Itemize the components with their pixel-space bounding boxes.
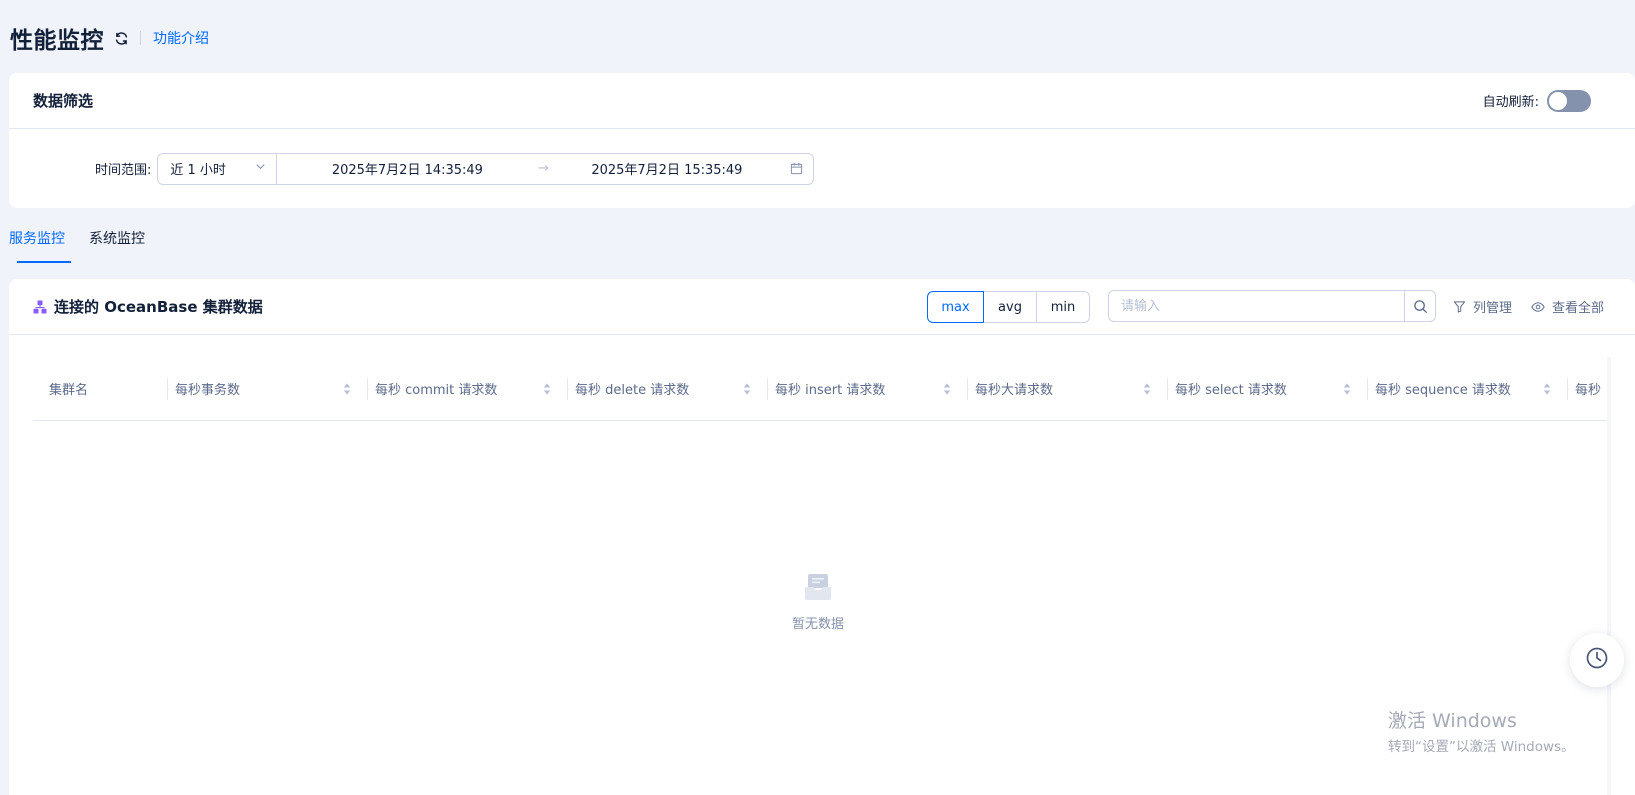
column-header-label: 每秒 insert 请求数 — [775, 383, 886, 398]
auto-refresh-label: 自动刷新: — [1482, 95, 1539, 110]
date-range-input[interactable]: 2025年7月2日 14:35:49 → 2025年7月2日 15:35:49 — [277, 154, 813, 184]
column-header-insert[interactable]: 每秒 insert 请求数 — [767, 357, 967, 421]
watermark-title: 激活 Windows — [1388, 710, 1517, 732]
column-header-label: 每秒大请求数 — [975, 383, 1054, 398]
table-header: 集群名 每秒事务数 每秒 commit 请求数 每秒 delete 请求数 每秒… — [33, 357, 1611, 421]
refresh-icon[interactable] — [112, 29, 130, 47]
column-header-label: 每秒 commit 请求数 — [375, 383, 498, 398]
stat-max-button[interactable]: max — [927, 291, 984, 323]
column-header-truncated[interactable]: 每秒 — [1567, 357, 1611, 421]
column-header-label: 每秒 delete 请求数 — [575, 383, 690, 398]
feature-intro-link[interactable]: 功能介绍 — [153, 28, 209, 48]
page: 性能监控 功能介绍 数据筛选 自动刷新: 时间范围: 近 1 小时 2025年7… — [0, 0, 1635, 795]
column-header-label: 每秒事务数 — [175, 383, 241, 398]
time-range-preset-select[interactable]: 近 1 小时 — [158, 153, 278, 184]
end-date[interactable]: 2025年7月2日 15:35:49 — [549, 159, 784, 178]
sort-icon[interactable] — [1143, 383, 1151, 395]
stat-min-button[interactable]: min — [1036, 291, 1090, 323]
column-header-tps[interactable]: 每秒事务数 — [167, 357, 367, 421]
sort-icon[interactable] — [543, 383, 551, 395]
tab-service-monitor[interactable]: 服务监控 — [9, 228, 71, 264]
auto-refresh: 自动刷新: — [1482, 89, 1591, 112]
monitor-tabs: 服务监控 系统监控 — [9, 228, 169, 264]
tab-system-monitor[interactable]: 系统监控 — [89, 228, 145, 264]
sort-icon[interactable] — [1343, 383, 1351, 395]
column-header-label: 集群名 — [49, 383, 89, 398]
calendar-icon — [790, 162, 803, 175]
filter-icon — [1453, 300, 1466, 313]
column-header-large-request[interactable]: 每秒大请求数 — [967, 357, 1167, 421]
filter-card-body: 时间范围: 近 1 小时 2025年7月2日 14:35:49 → 2025年7… — [9, 129, 1635, 208]
sort-icon[interactable] — [743, 383, 751, 395]
column-header-select[interactable]: 每秒 select 请求数 — [1167, 357, 1367, 421]
search-button[interactable] — [1405, 290, 1436, 322]
windows-activation-watermark: 激活 Windows 转到“设置”以激活 Windows。 — [1388, 706, 1575, 755]
column-manage-button[interactable]: 列管理 — [1453, 297, 1512, 316]
history-float-button[interactable] — [1570, 633, 1624, 687]
cluster-data-header: 连接的 OceanBase 集群数据 max avg min 请输入 列管理 查… — [9, 279, 1635, 335]
column-manage-label: 列管理 — [1473, 301, 1513, 316]
auto-refresh-toggle[interactable] — [1547, 89, 1591, 112]
cluster-data-title: 连接的 OceanBase 集群数据 — [54, 298, 263, 316]
horizontal-scroll-track[interactable] — [1607, 357, 1611, 795]
sort-icon[interactable] — [343, 383, 351, 395]
column-header-cluster-name: 集群名 — [33, 357, 167, 421]
time-range-picker: 近 1 小时 2025年7月2日 14:35:49 → 2025年7月2日 15… — [157, 152, 815, 185]
search-box — [1108, 290, 1436, 322]
column-header-commit[interactable]: 每秒 commit 请求数 — [367, 357, 567, 421]
range-arrow: → — [537, 161, 549, 176]
header-divider — [140, 31, 141, 45]
column-header-label: 每秒 select 请求数 — [1175, 383, 1287, 398]
sort-icon[interactable] — [943, 383, 951, 395]
empty-state: 暂无数据 — [773, 571, 863, 632]
column-header-label: 每秒 sequence 请求数 — [1375, 383, 1511, 398]
stat-avg-button[interactable]: avg — [983, 291, 1037, 323]
empty-inbox-icon — [802, 571, 834, 603]
filter-card-header: 数据筛选 自动刷新: — [9, 73, 1635, 129]
toggle-knob — [1549, 91, 1567, 110]
view-all-button[interactable]: 查看全部 — [1531, 297, 1604, 316]
view-all-label: 查看全部 — [1552, 301, 1605, 316]
watermark-subtitle: 转到“设置”以激活 Windows。 — [1388, 739, 1575, 755]
empty-text: 暂无数据 — [791, 617, 844, 632]
column-header-delete[interactable]: 每秒 delete 请求数 — [567, 357, 767, 421]
page-header: 性能监控 功能介绍 — [10, 20, 209, 56]
column-header-label: 每秒 — [1575, 383, 1602, 398]
filter-title: 数据筛选 — [33, 92, 94, 110]
eye-icon — [1531, 300, 1545, 314]
chevron-down-icon — [255, 161, 266, 176]
stat-segmented-control: max avg min — [927, 291, 1090, 323]
column-header-sequence[interactable]: 每秒 sequence 请求数 — [1367, 357, 1567, 421]
search-input[interactable] — [1108, 290, 1405, 322]
sort-icon[interactable] — [1543, 383, 1551, 395]
time-range-preset-value: 近 1 小时 — [170, 163, 226, 178]
start-date[interactable]: 2025年7月2日 14:35:49 — [277, 159, 537, 178]
time-range-label: 时间范围: — [95, 163, 152, 178]
cluster-icon — [33, 300, 47, 314]
clock-icon — [1585, 646, 1609, 674]
data-filter-card: 数据筛选 自动刷新: 时间范围: 近 1 小时 2025年7月2日 14:35:… — [9, 73, 1635, 208]
page-title: 性能监控 — [10, 28, 104, 54]
cluster-table: 集群名 每秒事务数 每秒 commit 请求数 每秒 delete 请求数 每秒… — [33, 357, 1611, 795]
